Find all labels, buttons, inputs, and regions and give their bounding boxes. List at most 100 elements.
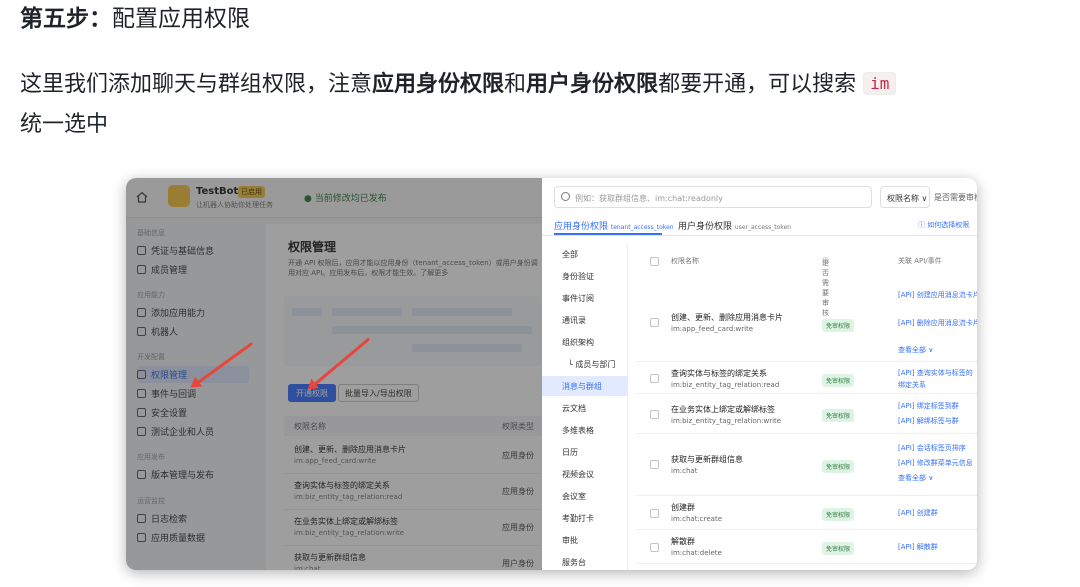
app-status-badge: 已启用: [238, 186, 265, 198]
chart-icon: [137, 533, 146, 542]
table-row[interactable]: 创建、更新、删除应用消息卡片 im:app_feed_card:write 应用身份: [284, 438, 542, 474]
permission-row[interactable]: 创建、更新、删除应用消息卡片 im:app_feed_card:write 免审…: [636, 276, 977, 362]
category-item[interactable]: 会议室: [542, 486, 628, 506]
help-link[interactable]: ⓘ 如何选择权限: [918, 220, 969, 230]
category-item[interactable]: 服务台: [542, 552, 628, 570]
permission-search-input[interactable]: 例如：获取群组信息、im:chat:readonly: [554, 186, 872, 208]
api-link[interactable]: 绑定关系: [898, 380, 926, 390]
nav-group-release: 应用发布: [137, 453, 165, 461]
key-icon: [137, 246, 146, 255]
filter-select-name[interactable]: 权限名称 ∨: [880, 186, 930, 208]
sidebar-item-logs[interactable]: 日志检索: [137, 510, 249, 527]
sidebar-item-members[interactable]: 成员管理: [137, 261, 249, 278]
category-item[interactable]: 多维表格: [542, 420, 628, 440]
select-all-checkbox[interactable]: [650, 257, 659, 266]
test-icon: [137, 427, 146, 436]
col-header-api: 关联 API/事件: [898, 257, 942, 265]
permission-table: 权限名称 是否需要审核 ⓘ 关联 API/事件 创建、更新、删除应用消息卡片 i…: [636, 244, 977, 570]
row-checkbox[interactable]: [650, 509, 659, 518]
batch-import-button[interactable]: 批量导入/导出权限: [338, 384, 419, 402]
inline-code-im: im: [863, 72, 897, 95]
category-item[interactable]: 考勤打卡: [542, 508, 628, 528]
permission-row[interactable]: 创建群 im:chat:create 免审权限 [API] 创建群: [636, 496, 977, 530]
sidebar-item-security[interactable]: 安全设置: [137, 404, 249, 421]
category-item[interactable]: 审批: [542, 530, 628, 550]
api-link[interactable]: [API] 解散群: [898, 542, 938, 552]
content-description: 开通 API 权限后，应用才能以应用身份（tenant_access_token…: [288, 259, 538, 277]
category-item[interactable]: 通讯录: [542, 310, 628, 330]
row-checkbox[interactable]: [650, 543, 659, 552]
content-title: 权限管理: [288, 240, 337, 254]
step-heading: 第五步：配置应用权限: [20, 2, 250, 36]
api-link[interactable]: [API] 修改群菜单元信息: [898, 458, 973, 468]
filter-select-review[interactable]: 是否需要审核: [934, 186, 977, 208]
bot-icon: [137, 327, 146, 336]
search-placeholder: 例如：获取群组信息、im:chat:readonly: [575, 194, 723, 203]
desc-text-4: 统一选中: [20, 112, 109, 137]
desc-bold-user-permission: 用户身份权限: [526, 72, 659, 97]
sidebar-item-add-ability[interactable]: 添加应用能力: [137, 304, 249, 321]
category-item[interactable]: 云文档: [542, 398, 628, 418]
publish-status: ● 当前修改均已发布: [304, 194, 387, 204]
identity-tabs: 应用身份权限 tenant_access_token 用户身份权限 user_a…: [542, 212, 977, 236]
permission-row[interactable]: 在业务实体上绑定或解绑标签 im:biz_entity_tag_relation…: [636, 394, 977, 434]
table-row[interactable]: 查询实体与标签的绑定关系 im:biz_entity_tag_relation:r…: [284, 474, 542, 510]
category-item[interactable]: └ 成员与部门: [542, 354, 628, 374]
permission-row[interactable]: 获取与更新群组信息 im:chat 免审权限 [API] 会话标签页排序 [AP…: [636, 434, 977, 496]
permission-management-content: 权限管理 开通 API 权限后，应用才能以应用身份（tenant_access_…: [266, 224, 542, 570]
permission-row[interactable]: 解散群 im:chat:delete 免审权限 [API] 解散群: [636, 530, 977, 564]
row-checkbox[interactable]: [650, 410, 659, 419]
api-link[interactable]: [API] 创建应用消息流卡片: [898, 290, 977, 300]
category-item-messages[interactable]: 消息与群组: [542, 376, 628, 396]
category-item[interactable]: 组织架构: [542, 332, 628, 352]
table-row[interactable]: 在业务实体上绑定或解绑标签 im:biz_entity_tag_relation:…: [284, 510, 542, 546]
view-all-link[interactable]: 查看全部 ∨: [898, 345, 933, 355]
row-checkbox[interactable]: [650, 374, 659, 383]
search-icon: [561, 192, 570, 201]
row-checkbox[interactable]: [650, 460, 659, 469]
flow-chip: [412, 308, 512, 316]
desc-text-2: 和: [504, 72, 527, 97]
flow-chip: [292, 308, 322, 316]
table-row[interactable]: 获取与更新群组信息 im:chat 用户身份: [284, 546, 542, 570]
api-link[interactable]: [API] 删除应用消息流卡片: [898, 318, 977, 328]
event-icon: [137, 389, 146, 398]
grid-icon: [137, 308, 146, 317]
lock-icon: [137, 370, 146, 379]
sidebar-item-credentials[interactable]: 凭证与基础信息: [137, 242, 249, 259]
log-icon: [137, 514, 146, 523]
nav-group-basic: 基础信息: [137, 229, 165, 237]
tab-user-identity[interactable]: 用户身份权限 user_access_token: [678, 219, 791, 232]
flow-chip: [332, 326, 532, 334]
nav-group-ops: 运营监控: [137, 497, 165, 505]
free-permission-tag: 免审权限: [822, 460, 855, 473]
category-item[interactable]: 全部: [542, 244, 628, 264]
category-item[interactable]: 日历: [542, 442, 628, 462]
tab-app-identity[interactable]: 应用身份权限 tenant_access_token: [554, 219, 674, 232]
category-item[interactable]: 视频会议: [542, 464, 628, 484]
api-link[interactable]: [API] 会话标签页排序: [898, 443, 966, 453]
api-link[interactable]: [API] 查询实体与标签的: [898, 368, 973, 378]
sidebar-item-test-users[interactable]: 测试企业和人员: [137, 423, 249, 440]
api-link[interactable]: [API] 创建群: [898, 508, 938, 518]
view-all-link[interactable]: 查看全部 ∨: [898, 473, 933, 483]
sidebar-item-bot[interactable]: 机器人: [137, 323, 249, 340]
flow-chip: [332, 308, 402, 316]
category-item[interactable]: 事件订阅: [542, 288, 628, 308]
category-item[interactable]: 身份验证: [542, 266, 628, 286]
free-permission-tag: 免审权限: [822, 542, 855, 555]
col-header-review: 是否需要审核 ⓘ: [822, 257, 829, 317]
row-checkbox[interactable]: [650, 318, 659, 327]
api-link[interactable]: [API] 解绑标签与群: [898, 416, 959, 426]
sidebar-item-quality[interactable]: 应用质量数据: [137, 529, 249, 546]
home-icon[interactable]: [136, 191, 148, 203]
permission-row[interactable]: 查询实体与标签的绑定关系 im:biz_entity_tag_relation:…: [636, 362, 977, 394]
sidebar-item-versions[interactable]: 版本管理与发布: [137, 466, 249, 483]
step-title: 配置应用权限: [112, 6, 250, 32]
permission-select-panel: 例如：获取群组信息、im:chat:readonly 权限名称 ∨ 是否需要审核…: [542, 178, 977, 570]
console-sidebar: 基础信息 凭证与基础信息 成员管理 应用能力 添加应用能力 机器人 开发配置 权…: [126, 218, 254, 570]
nav-group-abilities: 应用能力: [137, 291, 165, 299]
api-link[interactable]: [API] 绑定标签到群: [898, 401, 959, 411]
col-header-name: 权限名称: [294, 422, 326, 431]
instruction-paragraph: 这里我们添加聊天与群组权限，注意应用身份权限和用户身份权限都要开通，可以搜索 i…: [20, 64, 1070, 145]
